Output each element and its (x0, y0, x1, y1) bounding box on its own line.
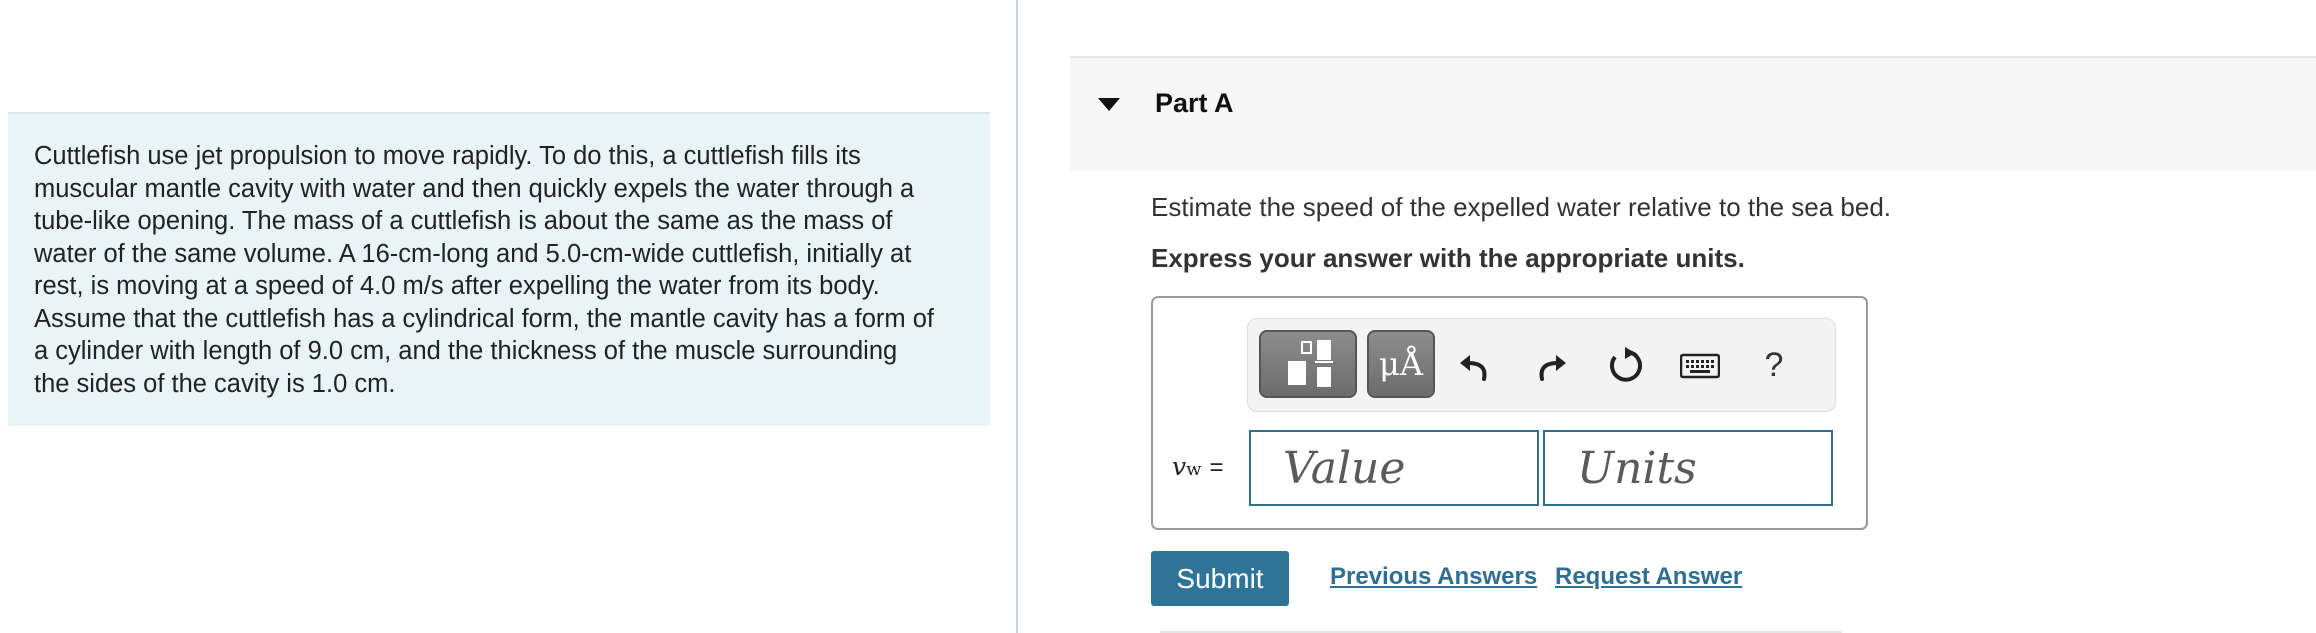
reset-icon (1610, 347, 1642, 382)
templates-button[interactable] (1259, 330, 1357, 398)
value-input[interactable] (1249, 430, 1539, 506)
help-icon: ? (1764, 345, 1784, 384)
undo-button[interactable] (1452, 343, 1496, 387)
question-text: Estimate the speed of the expelled water… (1151, 192, 1892, 222)
part-header[interactable] (1070, 56, 2316, 171)
redo-icon (1539, 355, 1566, 381)
redo-button[interactable] (1530, 343, 1574, 387)
request-answer-link[interactable]: Request Answer (1555, 563, 1742, 591)
pane-divider (1016, 0, 1018, 633)
caret-down-icon[interactable] (1098, 98, 1120, 111)
part-title[interactable]: Part A (1155, 88, 1234, 119)
keyboard-icon (1680, 353, 1720, 379)
answer-variable-label: vw = (1172, 452, 1224, 482)
previous-answers-link[interactable]: Previous Answers (1330, 563, 1537, 591)
keyboard-button[interactable] (1678, 343, 1722, 387)
reset-button[interactable] (1603, 343, 1647, 387)
help-button[interactable]: ? (1752, 343, 1796, 387)
units-button[interactable]: μÅ (1367, 330, 1435, 398)
templates-icon (1288, 340, 1333, 387)
undo-icon (1460, 355, 1487, 381)
variable-symbol: v (1172, 452, 1187, 481)
instruction-text: Express your answer with the appropriate… (1151, 243, 1745, 273)
equals-sign: = (1209, 454, 1224, 481)
variable-subscript: w (1186, 459, 1202, 480)
submit-button[interactable]: Submit (1151, 551, 1289, 606)
units-icon: μÅ (1379, 345, 1423, 383)
problem-text: Cuttlefish use jet propulsion to move ra… (34, 142, 934, 398)
units-input[interactable] (1543, 430, 1833, 506)
